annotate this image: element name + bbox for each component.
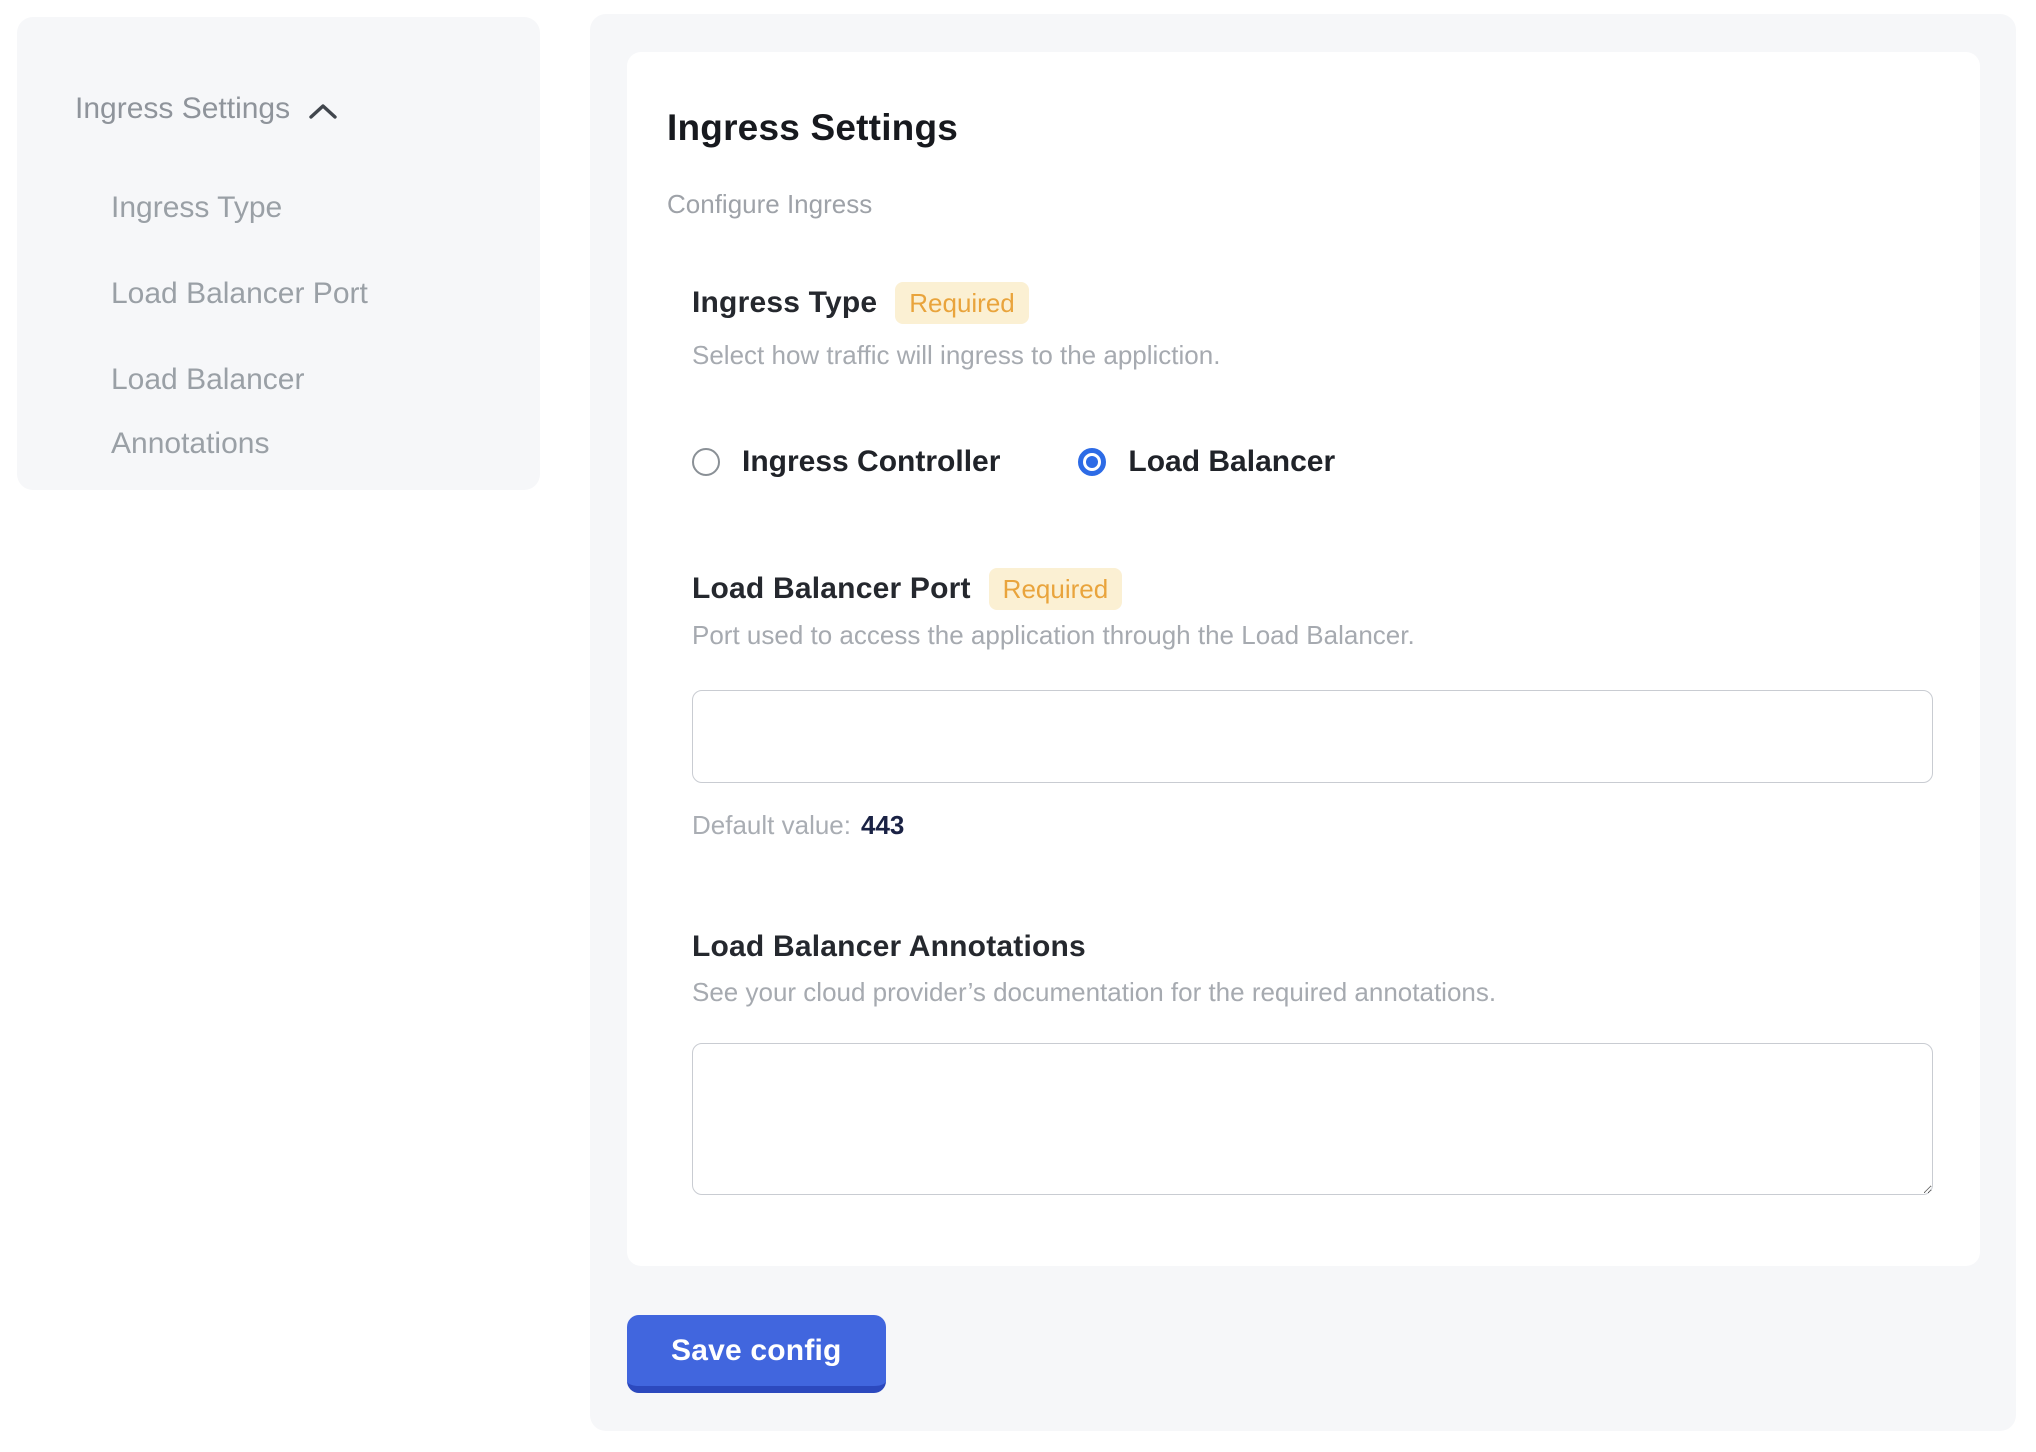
- load-balancer-annotations-textarea[interactable]: [692, 1043, 1933, 1195]
- required-badge: Required: [895, 282, 1029, 324]
- radio-label: Ingress Controller: [742, 445, 1000, 479]
- ingress-type-options: Ingress Controller Load Balancer: [692, 442, 1933, 482]
- default-value-line: Default value: 443: [692, 809, 1933, 841]
- sidebar-item-list: Ingress Type Load Balancer Port Load Bal…: [111, 176, 510, 476]
- field-description: Port used to access the application thro…: [692, 618, 1933, 652]
- radio-option-load-balancer[interactable]: Load Balancer: [1078, 445, 1335, 479]
- sidebar-header-label: Ingress Settings: [75, 89, 290, 129]
- field-description: Select how traffic will ingress to the a…: [692, 338, 1933, 372]
- field-load-balancer-annotations: Load Balancer Annotations See your cloud…: [692, 927, 1933, 1195]
- required-badge: Required: [989, 568, 1123, 610]
- page-subtitle: Configure Ingress: [667, 188, 1933, 220]
- ingress-settings-panel: Ingress Settings Configure Ingress Ingre…: [590, 14, 2016, 1431]
- field-description: See your cloud provider’s documentation …: [692, 975, 1933, 1009]
- field-label-row: Load Balancer Annotations: [692, 927, 1933, 967]
- sidebar-item-ingress-settings[interactable]: Ingress Settings: [75, 89, 510, 129]
- default-value-label: Default value:: [692, 810, 851, 840]
- save-config-button[interactable]: Save config: [627, 1315, 886, 1393]
- radio-button[interactable]: [1078, 448, 1106, 476]
- sidebar-item-load-balancer-port[interactable]: Load Balancer Port: [111, 262, 421, 326]
- radio-button[interactable]: [692, 448, 720, 476]
- field-ingress-type: Ingress Type Required Select how traffic…: [692, 282, 1933, 482]
- field-label: Load Balancer Port: [692, 569, 971, 609]
- settings-fields: Ingress Type Required Select how traffic…: [692, 282, 1933, 1195]
- default-value: 443: [861, 810, 904, 840]
- field-label-row: Load Balancer Port Required: [692, 568, 1933, 610]
- field-label-row: Ingress Type Required: [692, 282, 1933, 324]
- chevron-up-icon: [308, 102, 338, 121]
- field-load-balancer-port: Load Balancer Port Required Port used to…: [692, 568, 1933, 841]
- settings-nav-sidebar: Ingress Settings Ingress Type Load Balan…: [17, 17, 540, 490]
- page-title: Ingress Settings: [667, 106, 1933, 150]
- load-balancer-port-input[interactable]: [692, 690, 1933, 783]
- radio-option-ingress-controller[interactable]: Ingress Controller: [692, 445, 1000, 479]
- sidebar-item-ingress-type[interactable]: Ingress Type: [111, 176, 421, 240]
- radio-label: Load Balancer: [1128, 445, 1335, 479]
- ingress-settings-card: Ingress Settings Configure Ingress Ingre…: [627, 52, 1980, 1266]
- field-label: Ingress Type: [692, 283, 877, 323]
- sidebar-item-load-balancer-annotations[interactable]: Load Balancer Annotations: [111, 348, 421, 476]
- field-label: Load Balancer Annotations: [692, 927, 1086, 967]
